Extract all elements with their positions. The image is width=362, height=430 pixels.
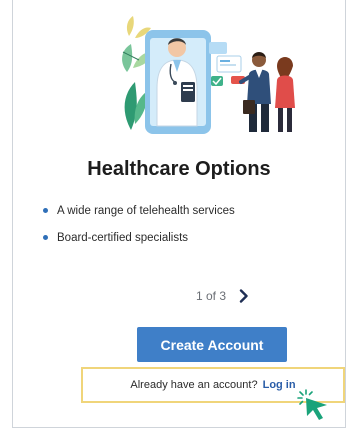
pager-status: 1 of 3: [196, 289, 227, 303]
create-account-button[interactable]: Create Account: [137, 327, 287, 362]
pager: 1 of 3: [196, 288, 252, 304]
feature-text: Board-certified specialists: [57, 232, 189, 244]
bullet-icon: [43, 208, 48, 213]
chevron-right-icon: [239, 289, 248, 303]
feature-list-item: Board-certified specialists: [43, 230, 235, 257]
next-page-button[interactable]: [236, 288, 252, 304]
feature-list: A wide range of telehealth services Boar…: [43, 203, 235, 257]
feature-list-item: A wide range of telehealth services: [43, 203, 235, 230]
card-title: Healthcare Options: [87, 158, 271, 180]
feature-text: A wide range of telehealth services: [57, 205, 235, 217]
pointer-cursor-icon: [297, 389, 327, 420]
login-prompt-text: Already have an account?: [130, 379, 258, 391]
login-link[interactable]: Log in: [263, 379, 296, 391]
bullet-icon: [43, 235, 48, 240]
page: Healthcare Options A wide range of teleh…: [0, 0, 362, 430]
telehealth-illustration: [122, 16, 295, 134]
onboarding-card: Healthcare Options A wide range of teleh…: [12, 0, 346, 428]
